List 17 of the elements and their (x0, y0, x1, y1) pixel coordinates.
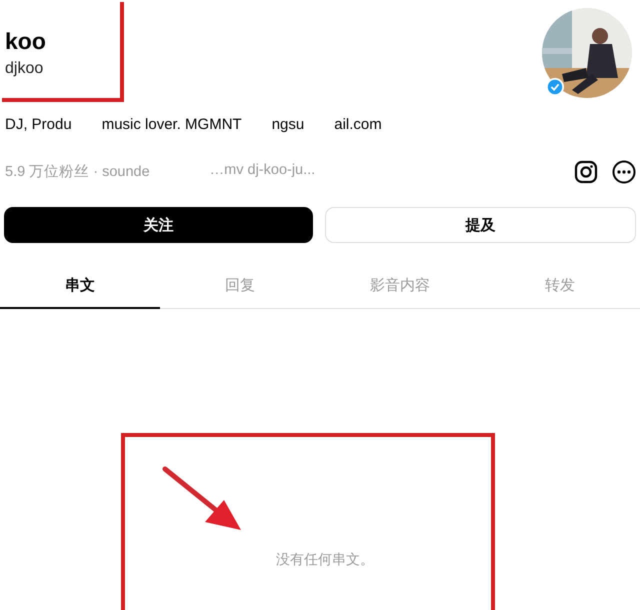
bio-text: ngsu (272, 116, 304, 135)
bio-text: DJ, Produ (5, 116, 72, 135)
tab[interactable]: 回复 (160, 264, 320, 309)
profile-name: koo (5, 28, 46, 54)
empty-message: 没有任何串文。 (276, 551, 374, 569)
mention-button[interactable]: 提及 (325, 207, 636, 243)
more-icon[interactable] (612, 160, 636, 184)
profile-meta-text[interactable]: …mv dj-koo-ju... (210, 162, 316, 181)
bio-text: ail.com (334, 116, 382, 135)
tab[interactable]: 转发 (480, 264, 640, 309)
tab[interactable]: 串文 (0, 264, 160, 309)
profile-meta-text[interactable]: 5.9 万位粉丝 · sounde (5, 162, 150, 181)
username: djkoo (5, 60, 44, 78)
follow-button[interactable]: 关注 (4, 207, 313, 243)
instagram-icon[interactable] (574, 160, 598, 184)
tab[interactable]: 影音内容 (320, 264, 480, 309)
bio-text: music lover. MGMNT (102, 116, 242, 135)
